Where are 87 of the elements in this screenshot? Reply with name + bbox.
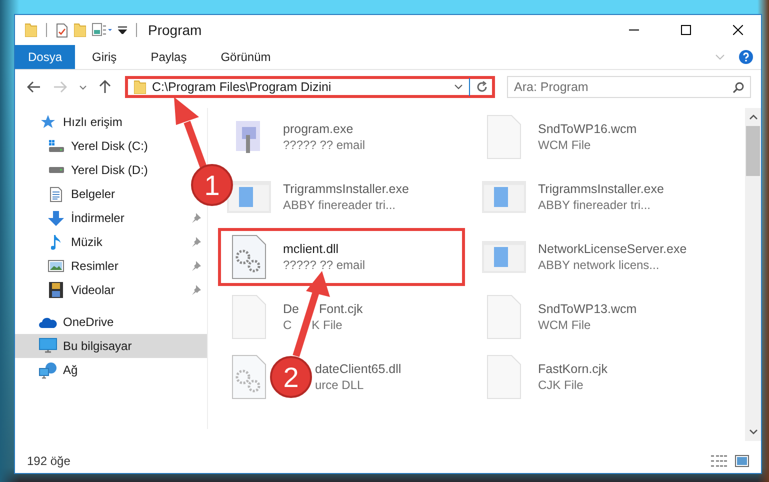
pin-icon[interactable] (191, 261, 201, 271)
sidebar-item[interactable]: Hızlı erişim (15, 110, 207, 134)
properties-icon[interactable] (92, 23, 112, 37)
file-name[interactable]: De (283, 302, 299, 316)
file-name[interactable]: dateClient65.dll (315, 362, 402, 376)
up-icon[interactable] (99, 80, 111, 94)
pin-icon[interactable] (191, 237, 201, 247)
file-name[interactable]: mclient.dll (283, 242, 339, 256)
folder-icon (134, 80, 146, 94)
file-name[interactable]: TrigrammsInstaller.exe (538, 182, 664, 196)
application-icon (482, 181, 526, 213)
file-name[interactable]: SndToWP16.wcm (538, 122, 637, 136)
file-type: ????? ?? email (283, 258, 366, 272)
scrollbar[interactable] (745, 108, 761, 441)
file-type: ABBY network licens... (538, 258, 660, 272)
close-icon (733, 25, 743, 35)
sidebar-item[interactable]: Yerel Disk (C:) (15, 134, 154, 158)
file-name[interactable]: FastKorn.cjk (538, 362, 608, 376)
details-view-icon[interactable] (711, 455, 727, 467)
sidebar-item[interactable]: Bu bilgisayar (15, 334, 207, 358)
blank-file-icon (487, 115, 521, 159)
file-type: ABBY finereader tri... (283, 198, 396, 212)
file-type: ABBY finereader tri... (538, 198, 650, 212)
cloud-icon (39, 316, 57, 328)
star-icon (41, 115, 55, 129)
recent-dropdown-icon[interactable] (79, 84, 87, 90)
application-icon (482, 241, 526, 273)
scroll-down-icon[interactable] (748, 429, 758, 435)
step-badge: 2 (270, 356, 312, 398)
maximize-icon (681, 25, 691, 35)
file-name[interactable]: NetworkLicenseServer.exe (538, 242, 687, 256)
network-icon (39, 362, 57, 378)
file-name[interactable]: TrigrammsInstaller.exe (283, 182, 409, 196)
sidebar-item[interactable]: OneDrive (15, 310, 207, 334)
ribbon-tab[interactable]: Paylaş (134, 45, 204, 69)
item-count: 192 öğe (27, 454, 70, 468)
picture-icon (48, 260, 64, 272)
file-type: ????? ?? email (283, 138, 366, 152)
file-type: WCM File (538, 318, 591, 332)
back-icon[interactable] (27, 81, 41, 93)
file-type: K File (312, 318, 342, 332)
ribbon-tab[interactable]: Görünüm (204, 45, 288, 69)
window-title: Program (148, 22, 202, 38)
download-icon (48, 210, 64, 226)
thumbnail-view-icon[interactable] (735, 455, 749, 467)
help-icon[interactable] (739, 50, 753, 64)
address-path: C:\Program Files\Program Dizini (152, 80, 332, 94)
sidebar-item[interactable]: Videolar (15, 278, 121, 302)
refresh-icon[interactable] (476, 81, 488, 93)
scroll-thumb[interactable] (746, 126, 760, 176)
file-name[interactable]: program.exe (283, 122, 354, 136)
sidebar-item[interactable]: Resimler (15, 254, 124, 278)
film-icon (49, 282, 63, 298)
file-type: urce DLL (315, 378, 364, 392)
settings-file-icon (232, 355, 266, 399)
blank-file-icon (232, 295, 266, 339)
pin-icon[interactable] (191, 213, 201, 223)
sidebar-item[interactable]: Ağ (15, 358, 207, 382)
sidebar-item[interactable]: İndirmeler (15, 206, 130, 230)
computer-icon (39, 338, 57, 354)
file-name[interactable]: Font.cjk (318, 302, 363, 316)
scroll-up-icon[interactable] (748, 114, 758, 120)
address-bar[interactable]: C:\Program Files\Program Dizini (125, 76, 495, 98)
step-badge: 1 (191, 164, 233, 206)
ribbon-tab[interactable]: Giriş (75, 45, 134, 69)
drive-icon (48, 139, 64, 153)
sidebar-item[interactable]: Yerel Disk (D:) (15, 158, 154, 182)
application-icon (227, 181, 271, 213)
chevron-down-icon[interactable] (454, 84, 463, 90)
drive-icon (48, 167, 64, 173)
blank-file-icon (487, 355, 521, 399)
music-note-icon (51, 234, 61, 250)
search-icon (733, 82, 744, 93)
sidebar-item[interactable]: Belgeler (15, 182, 122, 206)
file-type: C (283, 318, 292, 332)
blank-file-icon (487, 295, 521, 339)
document-icon (50, 186, 62, 202)
settings-file-icon (232, 235, 266, 279)
search-field[interactable]: Ara: Program (507, 76, 751, 98)
checklist-icon[interactable] (56, 22, 68, 38)
ribbon-tab[interactable]: Dosya (15, 45, 76, 69)
file-name[interactable]: SndToWP13.wcm (538, 302, 637, 316)
file-type: CJK File (538, 378, 584, 392)
file-type: WCM File (538, 138, 591, 152)
sidebar-item[interactable]: Müzik (15, 230, 108, 254)
dropdown-icon[interactable] (118, 26, 127, 34)
pin-icon[interactable] (191, 285, 201, 295)
